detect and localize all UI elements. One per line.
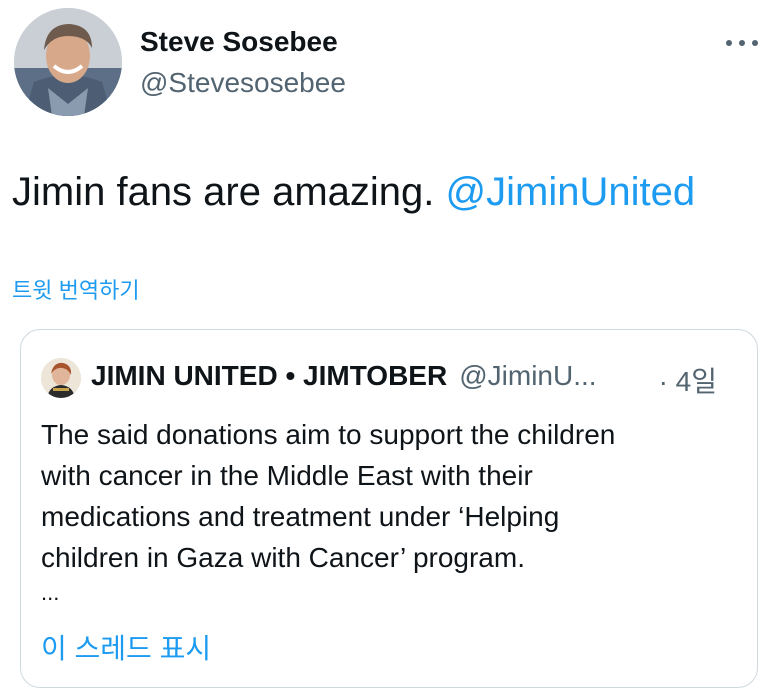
- quoted-tweet-ellipsis: ...: [41, 580, 60, 605]
- more-horizontal-icon: [726, 40, 758, 46]
- quoted-author-handle[interactable]: @JiminU...: [459, 360, 596, 392]
- quoted-tweet-text-line: The said donations aim to support the ch…: [41, 419, 616, 450]
- tweet-text-content: Jimin fans are amazing.: [12, 170, 446, 214]
- more-options-button[interactable]: [722, 32, 762, 54]
- author-display-name[interactable]: Steve Sosebee: [140, 26, 338, 58]
- translate-tweet-link[interactable]: 트윗 번역하기: [12, 273, 140, 305]
- quoted-author-avatar-image: [41, 358, 81, 398]
- quoted-tweet-text: The said donations aim to support the ch…: [41, 414, 741, 578]
- quoted-tweet-timestamp[interactable]: · 4일: [659, 360, 717, 400]
- author-avatar-image: [14, 8, 122, 116]
- quoted-tweet[interactable]: JIMIN UNITED • JIMTOBER @JiminU... · 4일 …: [20, 329, 758, 688]
- quoted-author-display-name[interactable]: JIMIN UNITED • JIMTOBER: [91, 360, 447, 392]
- author-avatar[interactable]: [14, 8, 122, 116]
- tweet-text: Jimin fans are amazing. @JiminUnited: [12, 166, 695, 218]
- quoted-tweet-text-line: medications and treatment under ‘Helping: [41, 501, 560, 532]
- author-handle[interactable]: @Stevesosebee: [140, 67, 346, 99]
- quoted-tweet-header: JIMIN UNITED • JIMTOBER @JiminU...: [91, 360, 597, 392]
- quoted-tweet-text-line: with cancer in the Middle East with thei…: [41, 460, 533, 491]
- show-thread-link[interactable]: 이 스레드 표시: [41, 627, 211, 667]
- mention-link[interactable]: @JiminUnited: [446, 170, 696, 214]
- quoted-tweet-text-line: children in Gaza with Cancer’ program.: [41, 542, 525, 573]
- quoted-author-avatar[interactable]: [41, 358, 81, 398]
